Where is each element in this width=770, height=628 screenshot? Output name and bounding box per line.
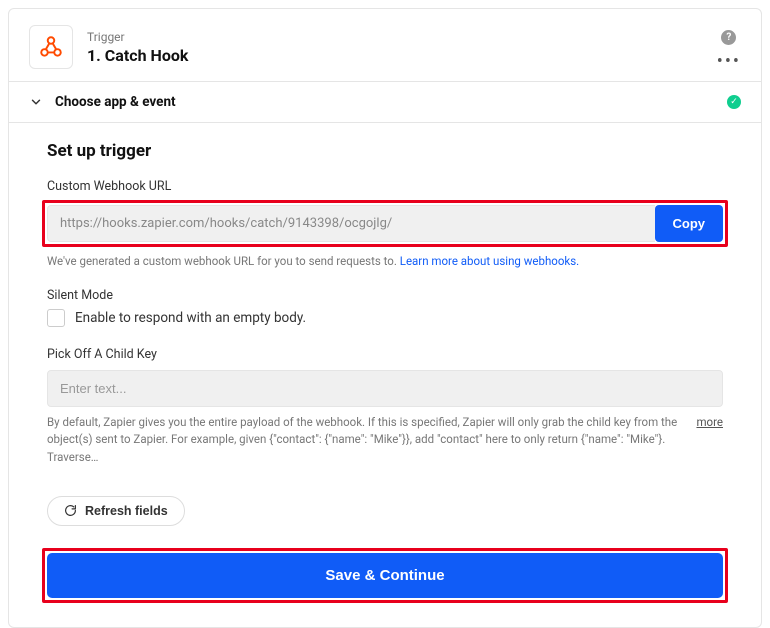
header-text: Trigger 1. Catch Hook <box>87 30 717 65</box>
save-continue-highlight: Save & Continue <box>42 548 728 603</box>
refresh-icon <box>64 504 77 517</box>
silent-mode-checkbox[interactable] <box>47 309 65 327</box>
setup-trigger-content: Set up trigger Custom Webhook URL https:… <box>9 123 761 627</box>
header-title: 1. Catch Hook <box>87 46 717 65</box>
webhook-url-label: Custom Webhook URL <box>47 179 723 194</box>
more-menu-icon[interactable]: ••• <box>717 59 741 65</box>
learn-more-link[interactable]: Learn more about using webhooks. <box>400 254 579 268</box>
child-key-label: Pick Off A Child Key <box>47 347 723 362</box>
refresh-fields-button[interactable]: Refresh fields <box>47 496 185 526</box>
webhook-url-display[interactable]: https://hooks.zapier.com/hooks/catch/914… <box>47 205 655 242</box>
header-subtitle: Trigger <box>87 30 717 44</box>
save-continue-button[interactable]: Save & Continue <box>47 553 723 598</box>
choose-app-event-section[interactable]: Choose app & event ✓ <box>9 82 761 122</box>
webhook-url-highlight: https://hooks.zapier.com/hooks/catch/914… <box>42 200 728 247</box>
child-key-helper: By default, Zapier gives you the entire … <box>47 414 686 466</box>
child-key-input[interactable] <box>47 370 723 407</box>
silent-mode-label: Silent Mode <box>47 288 723 303</box>
more-link[interactable]: more <box>696 415 723 429</box>
trigger-panel: Trigger 1. Catch Hook ? ••• Choose app &… <box>8 8 762 628</box>
webhook-app-icon <box>29 25 73 69</box>
silent-mode-checkbox-label: Enable to respond with an empty body. <box>75 310 306 326</box>
section-title: Choose app & event <box>55 94 727 110</box>
check-complete-icon: ✓ <box>727 95 741 109</box>
webhook-helper-text: We've generated a custom webhook URL for… <box>47 254 723 268</box>
trigger-header: Trigger 1. Catch Hook ? ••• <box>9 9 761 81</box>
chevron-down-icon <box>29 95 43 109</box>
copy-button[interactable]: Copy <box>655 205 724 242</box>
help-icon[interactable]: ? <box>721 30 736 45</box>
content-title: Set up trigger <box>47 141 723 161</box>
